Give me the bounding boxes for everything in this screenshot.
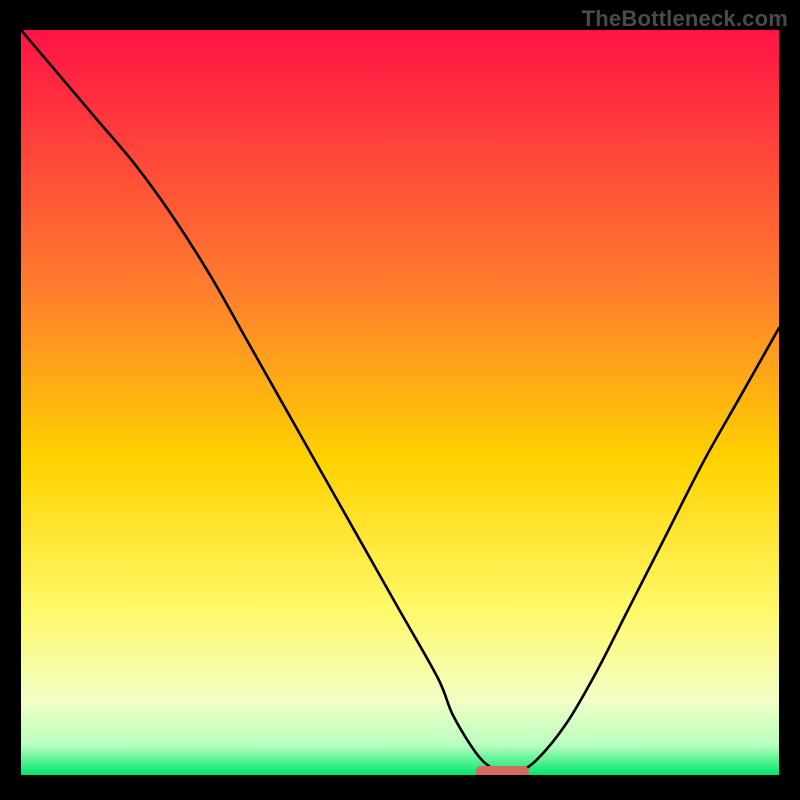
- plot-area: [21, 30, 779, 775]
- chart-svg: [21, 30, 779, 775]
- minimum-marker: [476, 766, 529, 775]
- gradient-background: [21, 30, 779, 775]
- watermark-text: TheBottleneck.com: [582, 6, 788, 32]
- chart-frame: TheBottleneck.com: [0, 0, 800, 800]
